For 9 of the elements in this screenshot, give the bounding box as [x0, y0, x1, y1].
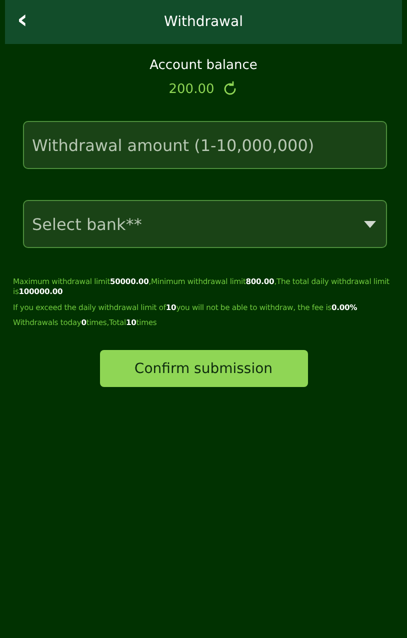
balance-amount: 200.00 — [168, 82, 214, 96]
amount-field[interactable]: Withdrawal amount (1-10,000,000) — [23, 121, 387, 169]
dropdown-caret-icon — [364, 220, 376, 228]
back-button[interactable]: ‹ — [17, 7, 28, 37]
page-title: Withdrawal — [164, 14, 243, 30]
confirm-submission-button[interactable]: Confirm submission — [100, 350, 308, 387]
refresh-icon[interactable] — [222, 81, 238, 97]
bank-select[interactable]: Select bank** — [23, 200, 387, 248]
balance-label: Account balance — [150, 58, 258, 73]
